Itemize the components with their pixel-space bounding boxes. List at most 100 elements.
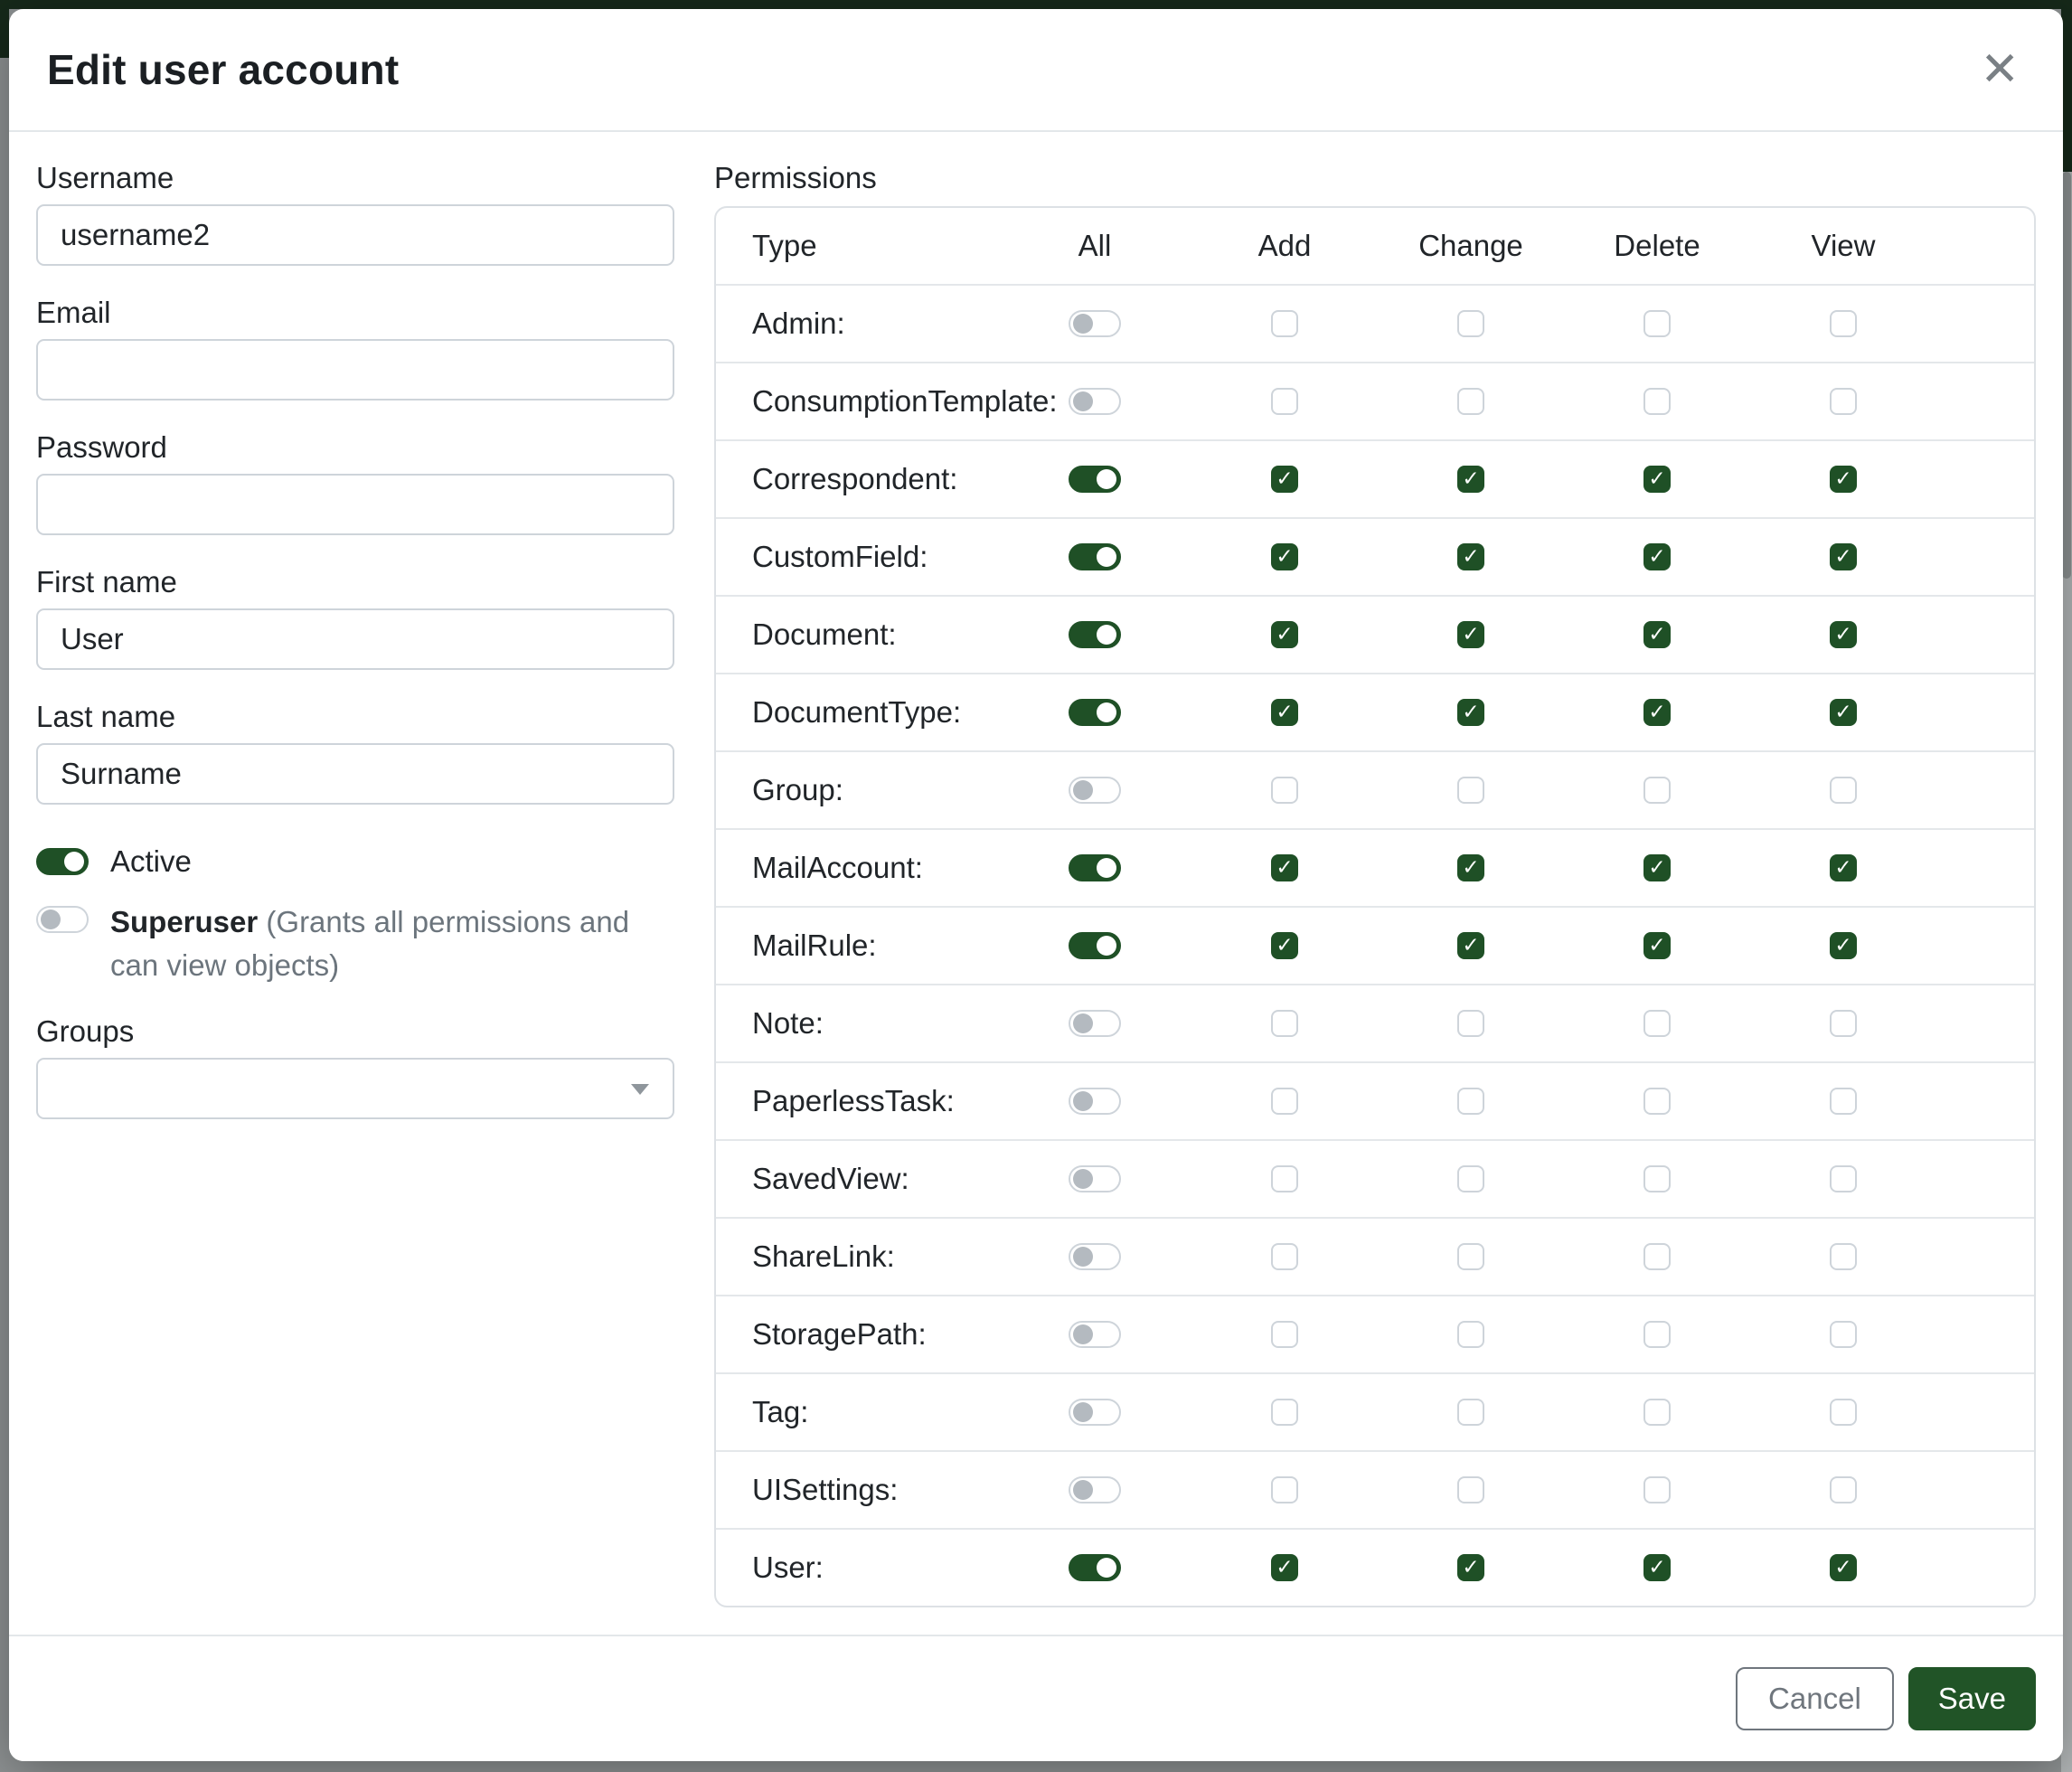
- email-field[interactable]: [36, 339, 674, 401]
- permission-add-checkbox[interactable]: [1271, 388, 1298, 415]
- permission-add-checkbox[interactable]: [1271, 1010, 1298, 1037]
- permission-add-checkbox[interactable]: [1271, 1476, 1298, 1503]
- permission-change-checkbox[interactable]: [1457, 1088, 1484, 1115]
- permission-add-checkbox[interactable]: [1271, 1321, 1298, 1348]
- permission-all-toggle[interactable]: [1069, 1165, 1121, 1192]
- permission-delete-checkbox[interactable]: ✓: [1643, 621, 1671, 648]
- groups-select[interactable]: [36, 1058, 674, 1119]
- permission-change-checkbox[interactable]: ✓: [1457, 932, 1484, 959]
- permission-change-checkbox[interactable]: ✓: [1457, 621, 1484, 648]
- permission-delete-checkbox[interactable]: [1643, 1088, 1671, 1115]
- permission-view-checkbox[interactable]: [1830, 1321, 1857, 1348]
- permission-row: Correspondent: ✓ ✓ ✓ ✓: [716, 439, 2034, 517]
- permission-change-checkbox[interactable]: [1457, 310, 1484, 337]
- permission-change-checkbox[interactable]: [1457, 777, 1484, 804]
- permission-change-checkbox[interactable]: [1457, 1243, 1484, 1270]
- permission-delete-checkbox[interactable]: [1643, 1010, 1671, 1037]
- permission-all-toggle[interactable]: [1069, 1399, 1121, 1426]
- permission-view-checkbox[interactable]: [1830, 310, 1857, 337]
- password-field[interactable]: [36, 474, 674, 535]
- permission-delete-checkbox[interactable]: [1643, 1243, 1671, 1270]
- permission-add-checkbox[interactable]: ✓: [1271, 1554, 1298, 1581]
- permission-all-toggle[interactable]: [1069, 621, 1121, 648]
- superuser-toggle[interactable]: [36, 906, 89, 933]
- permission-view-checkbox[interactable]: ✓: [1830, 854, 1857, 881]
- permission-delete-checkbox[interactable]: ✓: [1643, 543, 1671, 570]
- permission-add-checkbox[interactable]: [1271, 1243, 1298, 1270]
- permission-all-toggle[interactable]: [1069, 777, 1121, 804]
- permission-view-checkbox[interactable]: [1830, 388, 1857, 415]
- permission-add-checkbox[interactable]: ✓: [1271, 466, 1298, 493]
- permission-all-toggle[interactable]: [1069, 1088, 1121, 1115]
- permission-view-checkbox[interactable]: [1830, 777, 1857, 804]
- permission-view-checkbox[interactable]: ✓: [1830, 1554, 1857, 1581]
- permission-all-toggle[interactable]: [1069, 1554, 1121, 1581]
- permission-delete-checkbox[interactable]: [1643, 1321, 1671, 1348]
- permission-delete-checkbox[interactable]: ✓: [1643, 699, 1671, 726]
- permission-delete-checkbox[interactable]: ✓: [1643, 932, 1671, 959]
- permission-all-toggle[interactable]: [1069, 388, 1121, 415]
- permission-delete-checkbox[interactable]: ✓: [1643, 854, 1671, 881]
- permission-add-checkbox[interactable]: ✓: [1271, 543, 1298, 570]
- permission-view-checkbox[interactable]: ✓: [1830, 466, 1857, 493]
- permission-change-checkbox[interactable]: ✓: [1457, 854, 1484, 881]
- permission-view-checkbox[interactable]: [1830, 1399, 1857, 1426]
- permission-view-checkbox[interactable]: [1830, 1088, 1857, 1115]
- permission-delete-checkbox[interactable]: [1643, 310, 1671, 337]
- username-field[interactable]: [36, 204, 674, 266]
- permission-all-toggle[interactable]: [1069, 1476, 1121, 1503]
- permission-all-toggle[interactable]: [1069, 1243, 1121, 1270]
- page-scrollbar-thumb[interactable]: [2062, 172, 2071, 579]
- permission-all-toggle[interactable]: [1069, 466, 1121, 493]
- permission-change-checkbox[interactable]: [1457, 1165, 1484, 1192]
- active-toggle[interactable]: [36, 848, 89, 875]
- permission-change-checkbox[interactable]: ✓: [1457, 543, 1484, 570]
- permission-all-toggle[interactable]: [1069, 310, 1121, 337]
- permission-delete-checkbox[interactable]: [1643, 1399, 1671, 1426]
- permission-delete-checkbox[interactable]: [1643, 1476, 1671, 1503]
- permission-add-checkbox[interactable]: ✓: [1271, 932, 1298, 959]
- permission-change-checkbox[interactable]: [1457, 1321, 1484, 1348]
- permission-delete-checkbox[interactable]: [1643, 1165, 1671, 1192]
- permission-view-checkbox[interactable]: ✓: [1830, 621, 1857, 648]
- permission-add-checkbox[interactable]: [1271, 310, 1298, 337]
- permission-view-checkbox[interactable]: [1830, 1165, 1857, 1192]
- first-name-field[interactable]: [36, 608, 674, 670]
- permission-change-checkbox[interactable]: ✓: [1457, 1554, 1484, 1581]
- permission-change-checkbox[interactable]: ✓: [1457, 699, 1484, 726]
- permission-add-checkbox[interactable]: [1271, 1088, 1298, 1115]
- permission-all-toggle[interactable]: [1069, 543, 1121, 570]
- permission-view-checkbox[interactable]: ✓: [1830, 932, 1857, 959]
- permission-delete-checkbox[interactable]: [1643, 388, 1671, 415]
- permission-delete-checkbox[interactable]: [1643, 777, 1671, 804]
- permission-delete-checkbox[interactable]: ✓: [1643, 1554, 1671, 1581]
- permission-view-checkbox[interactable]: [1830, 1476, 1857, 1503]
- cancel-button[interactable]: Cancel: [1736, 1667, 1894, 1730]
- permission-all-toggle[interactable]: [1069, 1010, 1121, 1037]
- close-icon[interactable]: ✕: [1973, 42, 2027, 97]
- permission-add-checkbox[interactable]: ✓: [1271, 621, 1298, 648]
- permission-add-checkbox[interactable]: [1271, 777, 1298, 804]
- permission-view-checkbox[interactable]: [1830, 1010, 1857, 1037]
- permission-add-checkbox[interactable]: ✓: [1271, 699, 1298, 726]
- permission-all-toggle[interactable]: [1069, 854, 1121, 881]
- last-name-field[interactable]: [36, 743, 674, 805]
- last-name-group: Last name: [36, 700, 674, 805]
- permission-change-checkbox[interactable]: [1457, 1476, 1484, 1503]
- permission-view-checkbox[interactable]: ✓: [1830, 699, 1857, 726]
- permission-all-toggle[interactable]: [1069, 699, 1121, 726]
- permission-all-toggle[interactable]: [1069, 1321, 1121, 1348]
- permission-change-checkbox[interactable]: ✓: [1457, 466, 1484, 493]
- permission-add-checkbox[interactable]: [1271, 1165, 1298, 1192]
- permission-delete-checkbox[interactable]: ✓: [1643, 466, 1671, 493]
- permission-add-checkbox[interactable]: [1271, 1399, 1298, 1426]
- permission-all-toggle[interactable]: [1069, 932, 1121, 959]
- permission-view-checkbox[interactable]: ✓: [1830, 543, 1857, 570]
- permission-view-checkbox[interactable]: [1830, 1243, 1857, 1270]
- permission-change-checkbox[interactable]: [1457, 1010, 1484, 1037]
- permission-add-checkbox[interactable]: ✓: [1271, 854, 1298, 881]
- save-button[interactable]: Save: [1908, 1667, 2036, 1730]
- permission-row: MailRule: ✓ ✓ ✓ ✓: [716, 906, 2034, 984]
- permission-change-checkbox[interactable]: [1457, 1399, 1484, 1426]
- permission-change-checkbox[interactable]: [1457, 388, 1484, 415]
